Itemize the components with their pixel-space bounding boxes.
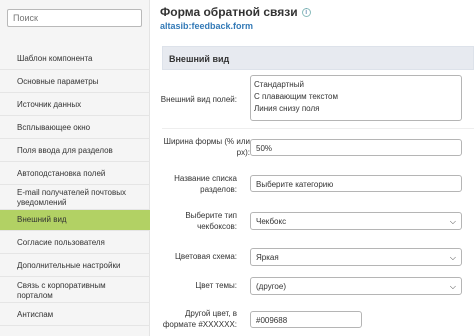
theme-color-label: Цвет темы: — [195, 281, 237, 290]
checkbox-type-select[interactable]: Чекбокс ⌵ — [250, 212, 462, 230]
sidebar-menu: Шаблон компонента Основные параметры Ист… — [0, 47, 150, 326]
sidebar-item-component-template[interactable]: Шаблон компонента — [0, 47, 150, 70]
appearance-option[interactable]: Стандартный — [254, 79, 458, 91]
search-input[interactable] — [7, 9, 142, 27]
sidebar: Шаблон компонента Основные параметры Ист… — [0, 0, 150, 336]
sidebar-item-antispam[interactable]: Антиспам — [0, 303, 150, 326]
main-panel: Форма обратной связи i altasib:feedback.f… — [150, 0, 474, 336]
form-width-input[interactable]: 50% — [250, 139, 462, 156]
sidebar-item-main-params[interactable]: Основные параметры — [0, 70, 150, 93]
chevron-down-icon: ⌵ — [449, 217, 456, 226]
section-list-name-label: Название списка разделов: — [174, 174, 237, 194]
sidebar-item-popup[interactable]: Всплывающее окно — [0, 116, 150, 139]
sidebar-item-appearance[interactable]: Внешний вид — [0, 210, 150, 231]
sidebar-item-extra-settings[interactable]: Дополнительные настройки — [0, 254, 150, 277]
checkbox-type-value: Чекбокс — [256, 217, 287, 226]
color-scheme-value: Яркая — [256, 253, 279, 262]
page-title: Форма обратной связи i — [160, 5, 311, 19]
appearance-option[interactable]: С плавающим текстом — [254, 91, 458, 103]
sidebar-item-email-recipients[interactable]: E-mail получателей почтовых уведомлений — [0, 185, 150, 210]
form-width-label: Ширина формы (% или px): — [163, 137, 250, 157]
section-list-name-input[interactable]: Выберите категорию — [250, 175, 462, 192]
divider — [162, 128, 474, 129]
sidebar-item-portal-link[interactable]: Связь с корпоративным порталом — [0, 277, 150, 303]
chevron-down-icon: ⌵ — [449, 282, 456, 291]
checkbox-type-label: Выберите тип чекбоксов: — [185, 211, 237, 231]
appearance-option[interactable]: Линия снизу поля — [254, 103, 458, 115]
theme-color-value: (другое) — [256, 282, 286, 291]
chevron-down-icon: ⌵ — [449, 253, 456, 262]
section-header: Внешний вид — [162, 46, 474, 70]
appearance-listbox[interactable]: Стандартный С плавающим текстом Линия сн… — [250, 75, 462, 121]
page-title-text: Форма обратной связи — [160, 5, 298, 19]
info-icon[interactable]: i — [301, 8, 311, 18]
sidebar-item-data-source[interactable]: Источник данных — [0, 93, 150, 116]
theme-color-select[interactable]: (другое) ⌵ — [250, 277, 462, 295]
other-color-label: Другой цвет, в формате #XXXXXX: — [162, 309, 237, 329]
sidebar-item-consent[interactable]: Согласие пользователя — [0, 231, 150, 254]
appearance-label: Внешний вид полей: — [160, 95, 237, 104]
other-color-input[interactable]: #009688 — [250, 311, 362, 328]
component-code: altasib:feedback.form — [160, 21, 254, 31]
color-scheme-select[interactable]: Яркая ⌵ — [250, 248, 462, 266]
sidebar-item-autofill[interactable]: Автоподстановка полей — [0, 162, 150, 185]
color-scheme-label: Цветовая схема: — [175, 252, 237, 261]
sidebar-item-section-fields[interactable]: Поля ввода для разделов — [0, 139, 150, 162]
